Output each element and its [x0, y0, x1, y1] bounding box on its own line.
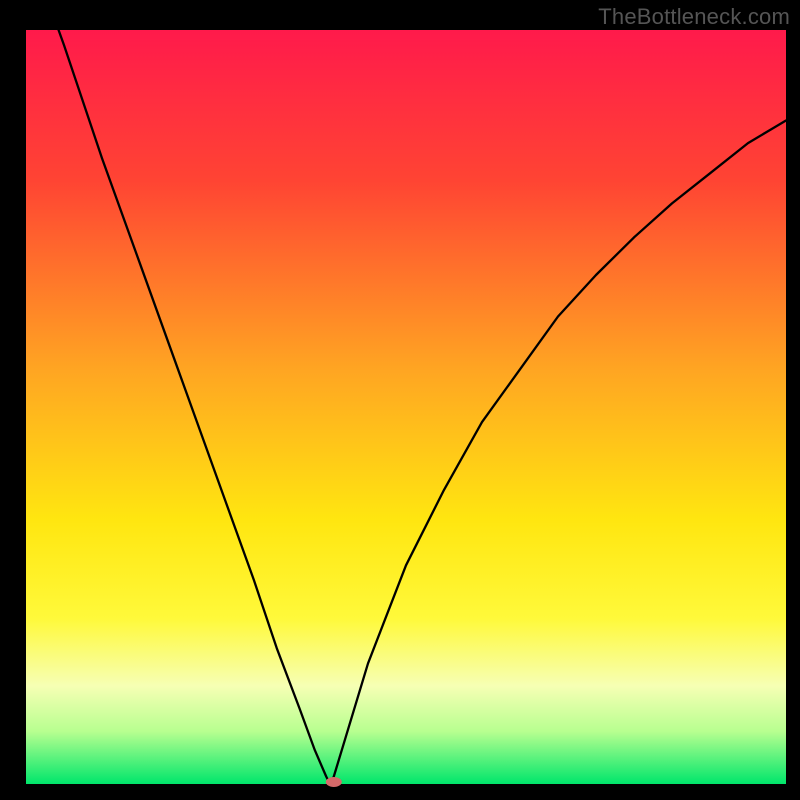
chart-canvas — [0, 0, 800, 800]
bottleneck-chart: TheBottleneck.com — [0, 0, 800, 800]
gradient-field — [26, 30, 786, 784]
optimal-marker — [326, 777, 342, 787]
watermark-text: TheBottleneck.com — [598, 4, 790, 30]
